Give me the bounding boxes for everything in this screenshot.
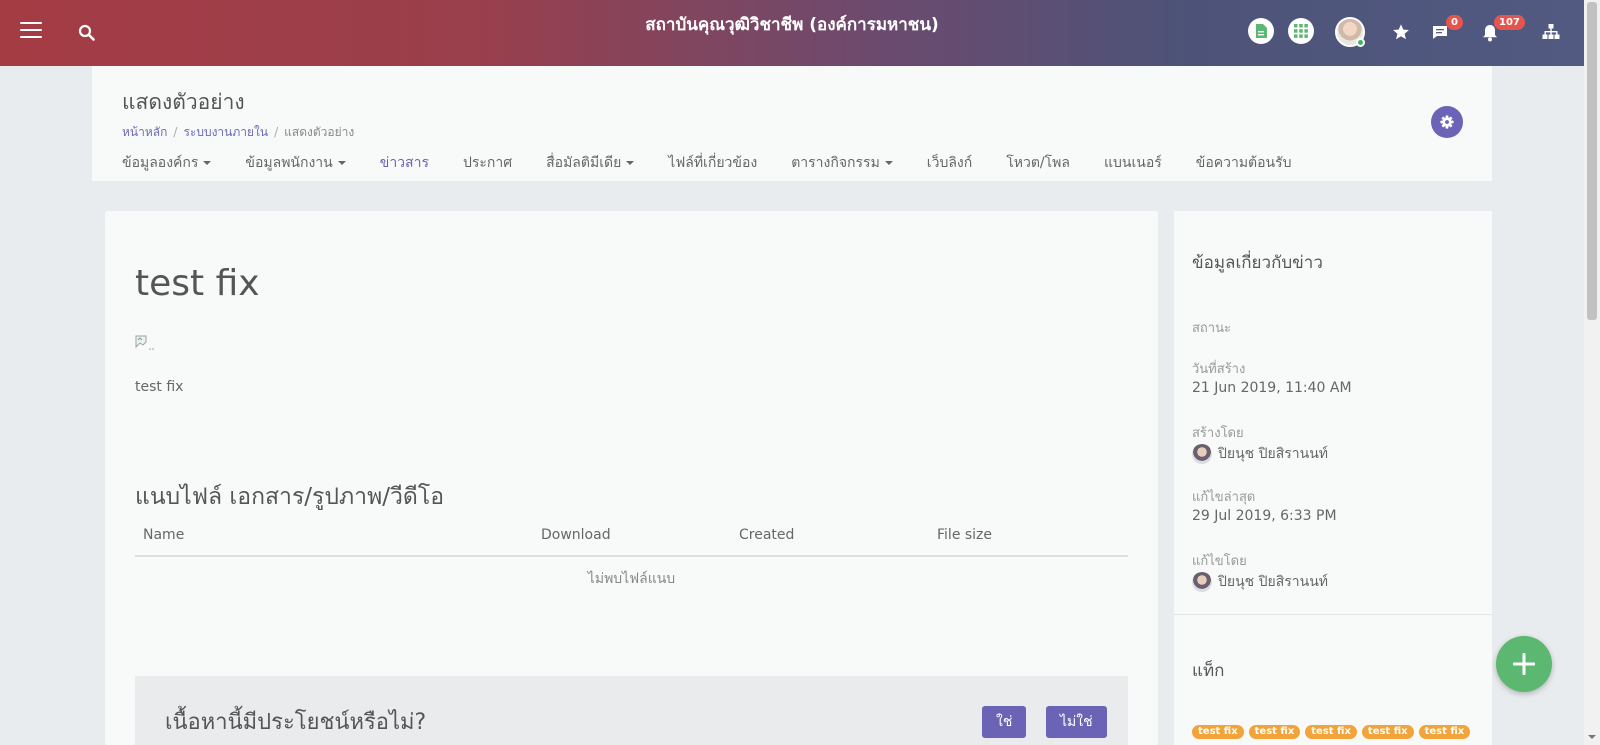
page-scrollbar[interactable] bbox=[1584, 0, 1600, 745]
column-header-file-size[interactable]: File size bbox=[929, 527, 1128, 555]
chat-count-badge: 0 bbox=[1446, 15, 1463, 30]
avatar[interactable] bbox=[1335, 17, 1365, 47]
nav-banners[interactable]: แบนเนอร์ bbox=[1104, 152, 1162, 174]
nav-related-files[interactable]: ไฟล์ที่เกี่ยวข้อง bbox=[668, 152, 757, 174]
attachments-table: Name Download Created File size ไม่พบไฟล… bbox=[135, 527, 1128, 590]
nav-multimedia[interactable]: สื่อมัลติมีเดีย bbox=[546, 152, 635, 174]
article-panel: test fix test fix แนบไฟล์ เอกสาร/รูปภาพ/… bbox=[105, 211, 1158, 745]
star-icon[interactable] bbox=[1392, 23, 1410, 41]
nav-activity-schedule[interactable]: ตารางกิจกรรม bbox=[791, 152, 893, 174]
breadcrumb: หน้าหลัก / ระบบงานภายใน / แสดงตัวอย่าง bbox=[122, 125, 355, 139]
column-header-name[interactable]: Name bbox=[135, 527, 533, 555]
page-title: แสดงตัวอย่าง bbox=[122, 90, 245, 114]
news-info-heading: ข้อมูลเกี่ยวกับข่าว bbox=[1192, 253, 1323, 273]
settings-button[interactable] bbox=[1431, 106, 1463, 138]
scrollbar-thumb[interactable] bbox=[1587, 2, 1597, 320]
created-date-label: วันที่สร้าง bbox=[1192, 362, 1246, 377]
yes-button[interactable]: ใช่ bbox=[982, 706, 1027, 738]
plus-icon bbox=[1513, 653, 1535, 675]
document-icon[interactable] bbox=[1248, 18, 1274, 44]
caret-down-icon bbox=[337, 161, 346, 165]
helpful-question: เนื้อหานี้มีประโยชน์หรือไม่? bbox=[165, 710, 427, 735]
page-header: แสดงตัวอย่าง หน้าหลัก / ระบบงานภายใน / แสดงต… bbox=[92, 66, 1492, 181]
notification-count-badge: 107 bbox=[1494, 15, 1525, 30]
broken-image-icon bbox=[135, 335, 154, 350]
search-icon[interactable] bbox=[78, 24, 96, 42]
tag[interactable]: test fix bbox=[1361, 725, 1414, 739]
empty-table-message: ไม่พบไฟล์แนบ bbox=[587, 571, 676, 587]
online-indicator bbox=[1356, 38, 1365, 47]
helpful-feedback-box: เนื้อหานี้มีประโยชน์หรือไม่? ใช่ ไม่ใช่ bbox=[135, 676, 1128, 745]
main-nav: ข้อมูลองค์กร ข้อมูลพนักงาน ข่าวสาร ประกา… bbox=[122, 152, 1326, 174]
apps-grid-icon[interactable] bbox=[1288, 18, 1314, 44]
caret-down-icon bbox=[626, 161, 635, 165]
column-header-created[interactable]: Created bbox=[731, 527, 929, 555]
caret-down-icon bbox=[884, 161, 893, 165]
table-header-row: Name Download Created File size bbox=[135, 527, 1128, 557]
nav-news[interactable]: ข่าวสาร bbox=[380, 152, 429, 174]
updated-by-user[interactable]: ปิยนุช ปิยสิรานนท์ bbox=[1192, 571, 1328, 593]
status-label: สถานะ bbox=[1192, 321, 1231, 336]
no-button[interactable]: ไม่ใช่ bbox=[1046, 706, 1107, 738]
notification-button[interactable]: 107 bbox=[1482, 15, 1525, 43]
created-by-label: สร้างโดย bbox=[1192, 426, 1244, 441]
top-bar: สถาบันคุณวุฒิวิชาชีพ (องค์การมหาชน) 0 10… bbox=[0, 0, 1584, 66]
caret-down-icon bbox=[203, 161, 212, 165]
news-title: test fix bbox=[135, 263, 260, 304]
gear-icon bbox=[1440, 115, 1454, 129]
chat-button[interactable]: 0 bbox=[1432, 15, 1463, 43]
tag[interactable]: test fix bbox=[1248, 725, 1301, 739]
nav-organization-info[interactable]: ข้อมูลองค์กร bbox=[122, 152, 212, 174]
last-updated-label: แก้ไขล่าสุด bbox=[1192, 490, 1256, 505]
chat-icon bbox=[1433, 26, 1447, 39]
tag[interactable]: test fix bbox=[1305, 725, 1357, 739]
nav-announcements[interactable]: ประกาศ bbox=[463, 152, 512, 174]
news-info-panel: ข้อมูลเกี่ยวกับข่าว สถานะ วันที่สร้าง 21… bbox=[1174, 211, 1492, 745]
avatar bbox=[1192, 444, 1212, 464]
nav-web-links[interactable]: เว็บลิงก์ bbox=[927, 152, 972, 174]
add-button[interactable] bbox=[1496, 636, 1552, 692]
created-by-user[interactable]: ปิยนุช ปิยสิรานนท์ bbox=[1192, 443, 1328, 465]
tag[interactable]: test fix bbox=[1418, 725, 1471, 739]
nav-employee-info[interactable]: ข้อมูลพนักงาน bbox=[245, 152, 346, 174]
breadcrumb-home[interactable]: หน้าหลัก bbox=[122, 125, 167, 139]
tag[interactable]: test fix bbox=[1192, 725, 1244, 739]
tags-heading: แท็ก bbox=[1192, 661, 1225, 681]
news-body: test fix bbox=[135, 379, 184, 395]
nav-welcome-message[interactable]: ข้อความต้อนรับ bbox=[1196, 152, 1292, 174]
divider bbox=[1174, 614, 1492, 615]
updated-by-label: แก้ไขโดย bbox=[1192, 554, 1247, 569]
nav-vote-poll[interactable]: โหวต/โพล bbox=[1006, 152, 1070, 174]
created-date-value: 21 Jun 2019, 11:40 AM bbox=[1192, 380, 1352, 396]
column-header-download[interactable]: Download bbox=[533, 527, 731, 555]
breadcrumb-current: แสดงตัวอย่าง bbox=[284, 125, 355, 139]
org-chart-icon[interactable] bbox=[1542, 23, 1560, 41]
menu-icon[interactable] bbox=[20, 22, 42, 42]
attachments-heading: แนบไฟล์ เอกสาร/รูปภาพ/วีดีโอ bbox=[135, 484, 445, 510]
scroll-down-arrow-icon[interactable] bbox=[1588, 735, 1596, 739]
avatar bbox=[1192, 572, 1212, 592]
tag-list: test fix test fix test fix test fix test… bbox=[1192, 725, 1475, 739]
breadcrumb-internal-system[interactable]: ระบบงานภายใน bbox=[183, 125, 268, 139]
last-updated-value: 29 Jul 2019, 6:33 PM bbox=[1192, 508, 1337, 524]
